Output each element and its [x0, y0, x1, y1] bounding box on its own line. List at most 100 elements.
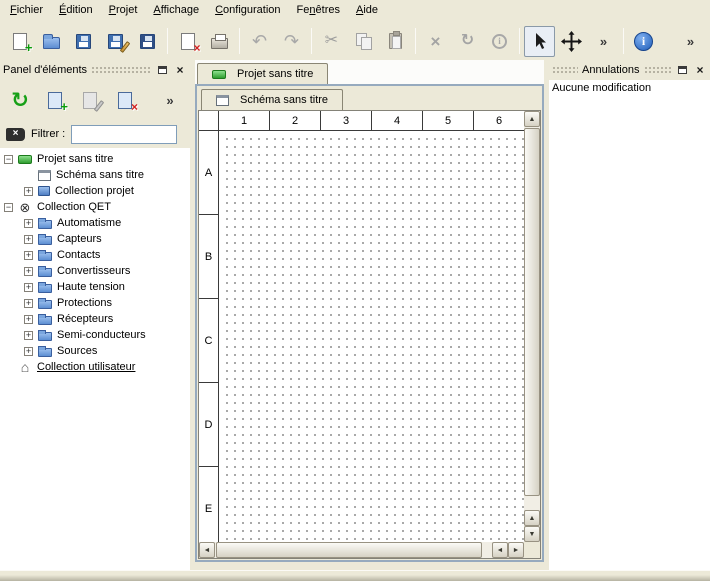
- tree-item-sources[interactable]: + Sources: [0, 343, 190, 359]
- tree-item-protections[interactable]: + Protections: [0, 295, 190, 311]
- menu-fenetres[interactable]: Fenêtres: [289, 0, 348, 22]
- float-icon: [158, 66, 167, 74]
- tab-schema[interactable]: Schéma sans titre: [201, 89, 343, 110]
- menu-affichage[interactable]: Affichage: [145, 0, 207, 22]
- elements-panel-titlebar[interactable]: Panel d'éléments ×: [0, 60, 190, 80]
- float-panel-button[interactable]: [155, 63, 169, 77]
- horizontal-scroll-thumb[interactable]: [216, 542, 482, 558]
- tree-item-capteurs[interactable]: + Capteurs: [0, 231, 190, 247]
- collapse-icon[interactable]: −: [4, 203, 13, 212]
- expand-icon[interactable]: +: [24, 347, 33, 356]
- select-tool-button[interactable]: [524, 26, 555, 57]
- expand-icon[interactable]: +: [24, 251, 33, 260]
- delete-button[interactable]: ×: [420, 26, 451, 57]
- tree-item-label: Projet sans titre: [37, 152, 113, 166]
- menu-aide[interactable]: Aide: [348, 0, 386, 22]
- tree-item-convertisseurs[interactable]: + Convertisseurs: [0, 263, 190, 279]
- print-button[interactable]: [204, 26, 235, 57]
- delete-element-button[interactable]: ×: [111, 86, 139, 114]
- horizontal-scrollbar[interactable]: ◄ ◄ ►: [199, 542, 524, 558]
- rotate-button[interactable]: ↻: [452, 26, 483, 57]
- menu-edition[interactable]: Édition: [51, 0, 101, 22]
- rotate-icon: ↻: [461, 33, 474, 49]
- chevron-right-icon: »: [687, 34, 694, 49]
- close-panel-button[interactable]: ×: [693, 63, 707, 77]
- expand-icon[interactable]: +: [24, 235, 33, 244]
- reload-collections-button[interactable]: ↻: [6, 86, 34, 114]
- scroll-left-button-2[interactable]: ◄: [492, 542, 508, 558]
- filter-input[interactable]: [71, 125, 177, 144]
- copy-button[interactable]: [348, 26, 379, 57]
- scroll-left-button[interactable]: ◄: [199, 542, 215, 558]
- expand-icon[interactable]: +: [24, 187, 33, 196]
- float-panel-button[interactable]: [675, 63, 689, 77]
- collapse-icon[interactable]: −: [4, 155, 13, 164]
- tree-item-automatisme[interactable]: + Automatisme: [0, 215, 190, 231]
- vertical-scrollbar[interactable]: ▲ ▲ ▼: [524, 111, 540, 542]
- tree-item-haute-tension[interactable]: + Haute tension: [0, 279, 190, 295]
- menu-fichier[interactable]: Fichier: [2, 0, 51, 22]
- expand-icon[interactable]: +: [24, 283, 33, 292]
- save-all-button[interactable]: [132, 26, 163, 57]
- vertical-scroll-thumb[interactable]: [524, 128, 540, 496]
- undo-button[interactable]: ↶: [244, 26, 275, 57]
- scroll-down-button[interactable]: ▼: [524, 526, 540, 542]
- about-button[interactable]: i: [628, 26, 659, 57]
- folder-icon: [38, 332, 52, 341]
- close-panel-button[interactable]: ×: [173, 63, 187, 77]
- undo-history-list[interactable]: Aucune modification: [549, 80, 710, 570]
- tree-item-contacts[interactable]: + Contacts: [0, 247, 190, 263]
- arrow-up-icon: ▲: [529, 116, 536, 123]
- tree-item-collection-qet[interactable]: − ⊗ Collection QET: [0, 199, 190, 215]
- tree-item-semi-conducteurs[interactable]: + Semi-conducteurs: [0, 327, 190, 343]
- new-element-button[interactable]: +: [41, 86, 69, 114]
- elements-tree: − Projet sans titre Schéma sans titre + …: [0, 148, 190, 570]
- menu-projet[interactable]: Projet: [101, 0, 146, 22]
- dock-grip[interactable]: [644, 66, 672, 74]
- tree-item-label: Automatisme: [57, 216, 121, 230]
- tree-item-label: Sources: [57, 344, 97, 358]
- tree-item-project[interactable]: − Projet sans titre: [0, 151, 190, 167]
- scroll-right-button[interactable]: ►: [508, 542, 524, 558]
- close-file-button[interactable]: ×: [172, 26, 203, 57]
- toolbar-overflow-button-2[interactable]: »: [675, 26, 706, 57]
- save-as-button[interactable]: [100, 26, 131, 57]
- vertical-scroll-track[interactable]: [524, 127, 540, 510]
- expand-icon[interactable]: +: [24, 315, 33, 324]
- expand-icon[interactable]: +: [24, 299, 33, 308]
- save-button[interactable]: [68, 26, 99, 57]
- open-file-button[interactable]: [36, 26, 67, 57]
- menu-configuration[interactable]: Configuration: [207, 0, 288, 22]
- expand-icon[interactable]: +: [24, 267, 33, 276]
- cut-button[interactable]: ✂: [316, 26, 347, 57]
- tree-item-recepteurs[interactable]: + Récepteurs: [0, 311, 190, 327]
- schema-canvas[interactable]: 1 2 3 4 5 6 A B C D E: [199, 111, 524, 542]
- new-file-button[interactable]: +: [4, 26, 35, 57]
- scroll-up-button[interactable]: ▲: [524, 111, 540, 127]
- dock-grip[interactable]: [552, 66, 578, 74]
- tree-item-collection-utilisateur[interactable]: ⌂ Collection utilisateur: [0, 359, 190, 375]
- element-info-button[interactable]: i: [484, 26, 515, 57]
- toolbar-separator: [167, 28, 168, 54]
- tree-item-schema[interactable]: Schéma sans titre: [0, 167, 190, 183]
- expand-icon[interactable]: +: [24, 219, 33, 228]
- edit-element-button[interactable]: [76, 86, 104, 114]
- clear-filter-icon[interactable]: ×: [6, 128, 25, 141]
- tree-item-collection-projet[interactable]: + Collection projet: [0, 183, 190, 199]
- redo-button[interactable]: ↷: [276, 26, 307, 57]
- horizontal-scroll-track[interactable]: [215, 542, 492, 558]
- undo-panel-titlebar[interactable]: Annulations ×: [549, 60, 710, 80]
- schema-grid[interactable]: [220, 132, 524, 542]
- paste-button[interactable]: [380, 26, 411, 57]
- schema-icon: [38, 170, 51, 181]
- expand-icon[interactable]: +: [24, 331, 33, 340]
- dock-grip[interactable]: [91, 66, 151, 74]
- column-ruler: 1 2 3 4 5 6: [219, 111, 524, 131]
- tab-project[interactable]: Projet sans titre: [197, 63, 328, 84]
- scroll-up-button-2[interactable]: ▲: [524, 510, 540, 526]
- panel-toolbar-overflow-button[interactable]: »: [156, 86, 184, 114]
- content-area: Panel d'éléments × ↻ + × »: [0, 60, 710, 570]
- folder-icon: [38, 284, 52, 293]
- move-tool-button[interactable]: [556, 26, 587, 57]
- toolbar-overflow-button[interactable]: »: [588, 26, 619, 57]
